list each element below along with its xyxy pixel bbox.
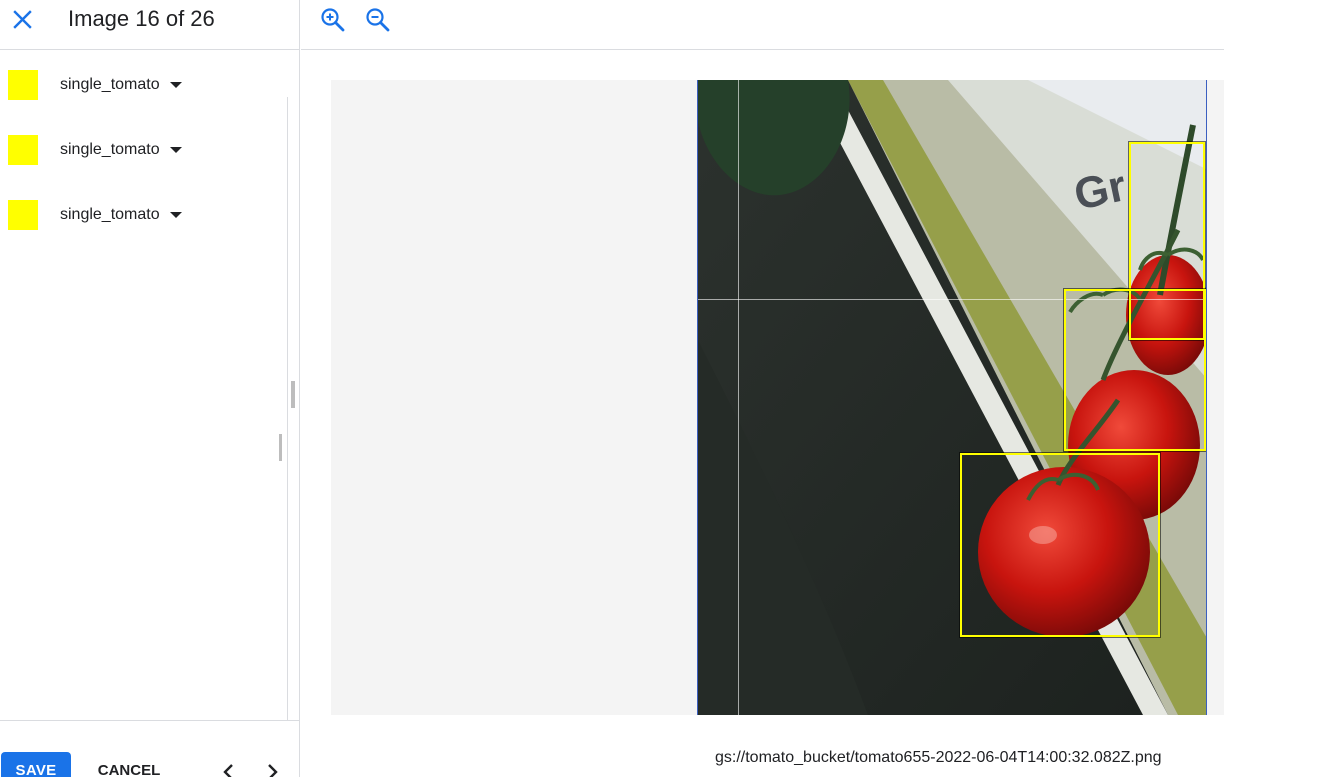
scroll-divider [287,97,288,720]
image-toolbar [301,0,1224,50]
image-labeling-app: Image 16 of 26 single_tomato single_toma… [0,0,1337,777]
save-button[interactable]: SAVE [1,752,71,777]
label-item[interactable]: single_tomato [0,180,287,245]
image-canvas[interactable]: Gr [331,80,1224,715]
label-name: single_tomato [60,141,160,158]
bounding-box[interactable] [960,453,1160,637]
label-color-swatch [8,200,38,230]
sidebar-footer: SAVE CANCEL [0,720,299,777]
image-file-path: gs://tomato_bucket/tomato655-2022-06-04T… [715,749,1162,766]
caret-down-icon[interactable] [170,147,182,153]
list-scrollbar-thumb[interactable] [279,434,282,461]
close-icon [13,10,32,29]
label-name: single_tomato [60,206,160,223]
panel-resize-handle[interactable] [291,381,295,408]
label-item[interactable]: single_tomato [0,50,287,115]
zoom-in-icon [321,8,345,32]
zoom-out-button[interactable] [364,6,392,34]
sidebar-header: Image 16 of 26 [0,0,299,50]
caret-down-icon[interactable] [170,212,182,218]
svg-text:Gr: Gr [1070,161,1130,220]
next-image-button[interactable] [262,761,284,777]
label-item[interactable]: single_tomato [0,115,287,180]
previous-image-button[interactable] [218,761,240,777]
zoom-in-button[interactable] [319,6,347,34]
chevron-left-icon [223,764,233,777]
label-sidebar: Image 16 of 26 single_tomato single_toma… [0,0,300,777]
label-name: single_tomato [60,76,160,93]
cancel-button[interactable]: CANCEL [86,752,172,777]
tomato-photo[interactable]: Gr [697,80,1207,715]
bounding-box[interactable] [1064,289,1206,451]
caret-down-icon[interactable] [170,82,182,88]
label-color-swatch [8,70,38,100]
close-button[interactable] [8,4,38,34]
page-title: Image 16 of 26 [68,6,215,31]
chevron-right-icon [268,764,278,777]
zoom-out-icon [366,8,390,32]
annotation-label-list: single_tomato single_tomato single_tomat… [0,50,287,720]
label-color-swatch [8,135,38,165]
